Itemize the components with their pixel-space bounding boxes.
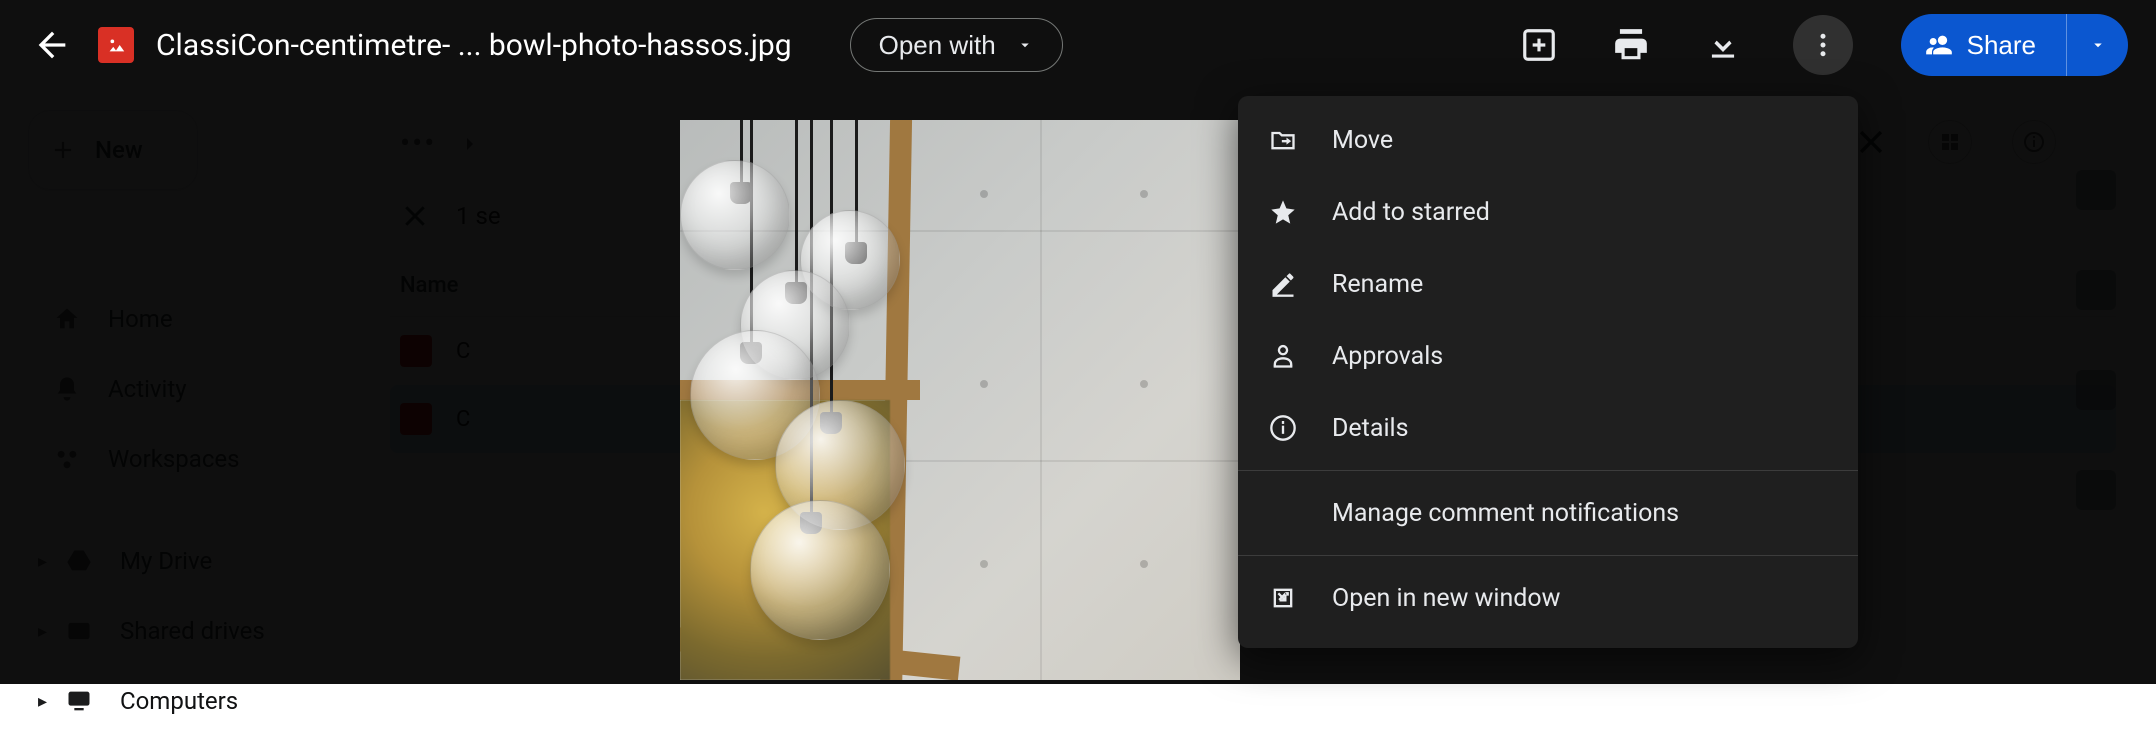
addon-icon[interactable]: [2076, 370, 2116, 410]
sidebar-label: Home: [108, 305, 173, 333]
menu-label: Add to starred: [1332, 198, 1490, 227]
people-icon: [1925, 31, 1953, 59]
menu-label: Details: [1332, 414, 1409, 443]
menu-item-approvals[interactable]: Approvals: [1238, 320, 1858, 392]
share-split-button: Share: [1901, 14, 2128, 76]
file-name-cell: C: [456, 407, 470, 432]
sidebar-label: Computers: [120, 687, 238, 715]
right-rail: [2056, 100, 2136, 510]
image-file-icon: [98, 27, 134, 63]
sidebar-item-workspaces[interactable]: Workspaces: [20, 430, 340, 488]
bell-icon: [52, 374, 82, 404]
caret-icon: ▸: [38, 691, 47, 712]
addon-icon[interactable]: [2076, 170, 2116, 210]
more-actions-button[interactable]: [1793, 15, 1853, 75]
menu-label: Rename: [1332, 270, 1423, 299]
workspaces-icon: [52, 444, 82, 474]
info-toggle[interactable]: [2012, 120, 2056, 164]
sidebar-item-computers[interactable]: ▸ Computers: [20, 672, 340, 730]
sidebar-item-shared-drives[interactable]: ▸ Shared drives: [20, 602, 340, 660]
viewer-header: ClassiCon-centimetre- ... bowl-photo-has…: [0, 0, 2156, 90]
menu-item-open-new-window[interactable]: Open in new window: [1238, 562, 1858, 634]
menu-separator: [1238, 470, 1858, 471]
selection-count: 1 se: [456, 202, 501, 230]
menu-item-star[interactable]: Add to starred: [1238, 176, 1858, 248]
menu-item-details[interactable]: Details: [1238, 392, 1858, 464]
menu-label: Approvals: [1332, 342, 1443, 371]
chevron-right-icon: [458, 132, 482, 156]
caret-down-icon: [1016, 36, 1034, 54]
menu-item-move[interactable]: Move: [1238, 104, 1858, 176]
print-icon[interactable]: [1609, 23, 1653, 67]
context-menu: Move Add to starred Rename Approvals Det…: [1238, 96, 1858, 648]
addon-icon[interactable]: [2076, 270, 2116, 310]
rename-icon: [1268, 269, 1298, 299]
new-button-label: New: [95, 136, 143, 164]
info-icon: [1268, 413, 1298, 443]
caret-icon: ▸: [38, 621, 47, 642]
shared-drives-icon: [64, 616, 94, 646]
move-icon: [1268, 125, 1298, 155]
download-icon[interactable]: [1701, 23, 1745, 67]
file-name: ClassiCon-centimetre- ... bowl-photo-has…: [156, 28, 792, 63]
sidebar-label: Shared drives: [120, 617, 265, 645]
menu-label: Manage comment notifications: [1332, 499, 1679, 528]
open-with-button[interactable]: Open with: [850, 18, 1063, 72]
new-button[interactable]: New: [28, 110, 198, 190]
layout-toggle[interactable]: [1928, 120, 1972, 164]
share-dropdown-button[interactable]: [2066, 14, 2128, 76]
addon-icon[interactable]: [2076, 470, 2116, 510]
open-new-window-icon: [1268, 583, 1298, 613]
more-dots-icon[interactable]: •••: [400, 126, 436, 161]
image-icon: [400, 403, 432, 435]
menu-item-manage-comments[interactable]: Manage comment notifications: [1238, 477, 1858, 549]
home-icon: [52, 304, 82, 334]
computers-icon: [64, 686, 94, 716]
close-x-icon[interactable]: [1854, 125, 1888, 159]
back-arrow-button[interactable]: [28, 21, 76, 69]
menu-label: Move: [1332, 126, 1393, 155]
sidebar-label: Workspaces: [108, 445, 240, 473]
sidebar: Home Activity Workspaces ▸ My Drive ▸ Sh…: [20, 290, 340, 730]
caret-icon: ▸: [38, 551, 47, 572]
menu-separator: [1238, 555, 1858, 556]
close-selection-icon[interactable]: [400, 201, 430, 231]
share-button[interactable]: Share: [1901, 14, 2066, 76]
sidebar-label: Activity: [108, 375, 187, 403]
col-name[interactable]: Name: [400, 273, 458, 298]
drive-icon: [64, 546, 94, 576]
sidebar-label: My Drive: [120, 547, 212, 575]
file-name-cell: C: [456, 339, 470, 364]
menu-label: Open in new window: [1332, 584, 1560, 613]
star-icon: [1268, 197, 1298, 227]
image-icon: [400, 335, 432, 367]
plus-icon: [49, 136, 77, 164]
menu-item-rename[interactable]: Rename: [1238, 248, 1858, 320]
approvals-icon: [1268, 341, 1298, 371]
top-controls: [1854, 120, 2056, 164]
sidebar-item-mydrive[interactable]: ▸ My Drive: [20, 532, 340, 590]
sidebar-item-home[interactable]: Home: [20, 290, 340, 348]
open-with-label: Open with: [879, 30, 996, 61]
sidebar-item-activity[interactable]: Activity: [20, 360, 340, 418]
share-label: Share: [1967, 30, 2036, 61]
add-comment-icon[interactable]: [1517, 23, 1561, 67]
image-preview[interactable]: [680, 120, 1240, 680]
